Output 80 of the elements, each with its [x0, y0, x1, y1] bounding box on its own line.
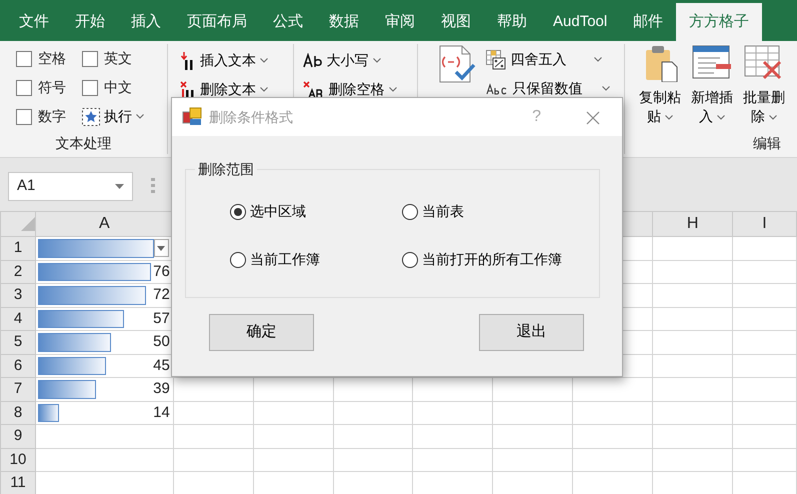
abc-icon	[486, 82, 508, 96]
radio-button[interactable]: 当前打开的所有工作簿	[402, 249, 602, 270]
close-icon	[586, 110, 600, 125]
ribbon-tab[interactable]: 帮助	[484, 3, 540, 41]
caret-icon	[157, 246, 166, 250]
ribbon-tab[interactable]: 开始	[62, 3, 118, 41]
caret-icon	[769, 114, 777, 120]
row-header[interactable]: 1	[0, 236, 36, 260]
ribbon-tab[interactable]: 插入	[118, 3, 174, 41]
document-check-icon	[438, 44, 476, 84]
ribbon-tab[interactable]: 方方格子	[676, 3, 762, 41]
cell-value: 39	[153, 379, 170, 399]
caret-icon	[260, 58, 268, 63]
select-all-icon	[20, 216, 35, 231]
row-header[interactable]: 3	[0, 284, 36, 307]
ribbon-tab[interactable]: 邮件	[620, 3, 676, 41]
checkbox[interactable]: 数字	[16, 102, 82, 131]
column-header[interactable]: A	[35, 212, 174, 236]
name-box[interactable]: A1	[8, 172, 133, 201]
group-label: 文本处理	[54, 134, 112, 153]
ribbon-button[interactable]: 插入文本	[180, 46, 268, 75]
radio-button[interactable]: 选中区域	[230, 201, 402, 222]
caret-icon[interactable]	[115, 184, 124, 189]
row-header[interactable]: 4	[0, 307, 36, 330]
radio-button[interactable]: 当前表	[402, 201, 602, 222]
ribbon-tab[interactable]: 文件	[6, 3, 62, 41]
row-header[interactable]: 10	[0, 448, 36, 472]
cell-value: 14	[153, 402, 170, 422]
filter-dropdown-button[interactable]	[154, 239, 169, 257]
caret-icon	[136, 114, 144, 119]
row-header[interactable]: 9	[0, 424, 36, 448]
column-header[interactable]: H	[652, 212, 733, 236]
cell-reference: A1	[17, 176, 36, 196]
cell-value: 45	[153, 356, 170, 376]
run-button[interactable]: 执行	[82, 102, 162, 131]
cell-value: 50	[153, 332, 170, 352]
row-header[interactable]: 11	[0, 472, 36, 494]
row-header[interactable]: 2	[0, 260, 36, 284]
dialog-button[interactable]: 确定	[209, 314, 314, 351]
ribbon-tab[interactable]: 审阅	[372, 3, 428, 41]
delete-space-icon	[302, 80, 325, 98]
column-header[interactable]: I	[732, 212, 796, 236]
ribbon-button[interactable]: 大小写	[302, 46, 381, 75]
caret-icon	[260, 87, 268, 92]
ribbon-tab[interactable]: 视图	[428, 3, 484, 41]
ribbon-button[interactable]: 删除空格	[302, 75, 397, 104]
radio-button[interactable]: 当前工作簿	[230, 249, 402, 270]
ribbon-tab[interactable]: 公式	[260, 3, 316, 41]
case-icon	[302, 52, 323, 68]
app-icon	[182, 107, 202, 127]
cell-value: 57	[153, 308, 170, 328]
row-header[interactable]: 5	[0, 330, 36, 354]
grip-icon	[151, 178, 155, 194]
ribbon-button[interactable]: 只保留数值	[486, 74, 610, 103]
checkbox[interactable]: 符号	[16, 73, 82, 102]
row-header[interactable]: 6	[0, 354, 36, 378]
table-percent-icon	[486, 50, 506, 70]
caret-icon	[665, 114, 673, 120]
caret-icon	[372, 58, 381, 63]
ribbon-button[interactable]: 四舍五入	[486, 45, 602, 74]
group-label: 编辑	[753, 134, 781, 153]
caret-icon	[594, 57, 602, 62]
table-delete-icon	[744, 44, 784, 82]
dialog-button[interactable]: 退出	[479, 314, 584, 351]
checkbox[interactable]: 英文	[82, 44, 162, 73]
checkbox[interactable]: 空格	[16, 44, 82, 73]
cell-value: 72	[153, 285, 170, 305]
dialog-title: 删除条件格式	[209, 108, 293, 126]
ribbon-button[interactable]: 新增插入	[687, 44, 737, 154]
ribbon-tab[interactable]: 数据	[316, 3, 372, 41]
ribbon-button[interactable]: 复制粘贴	[635, 44, 685, 154]
row-header[interactable]: 7	[0, 378, 36, 401]
row-header[interactable]: 8	[0, 401, 36, 424]
ribbon-tab[interactable]: AudTool	[540, 3, 620, 41]
checkbox[interactable]: 中文	[82, 73, 162, 102]
caret-icon	[717, 114, 725, 120]
caret-icon	[388, 87, 397, 92]
cell-value: 76	[153, 262, 170, 282]
ribbon-tab[interactable]: 页面布局	[174, 3, 260, 41]
caret-icon	[602, 86, 610, 91]
